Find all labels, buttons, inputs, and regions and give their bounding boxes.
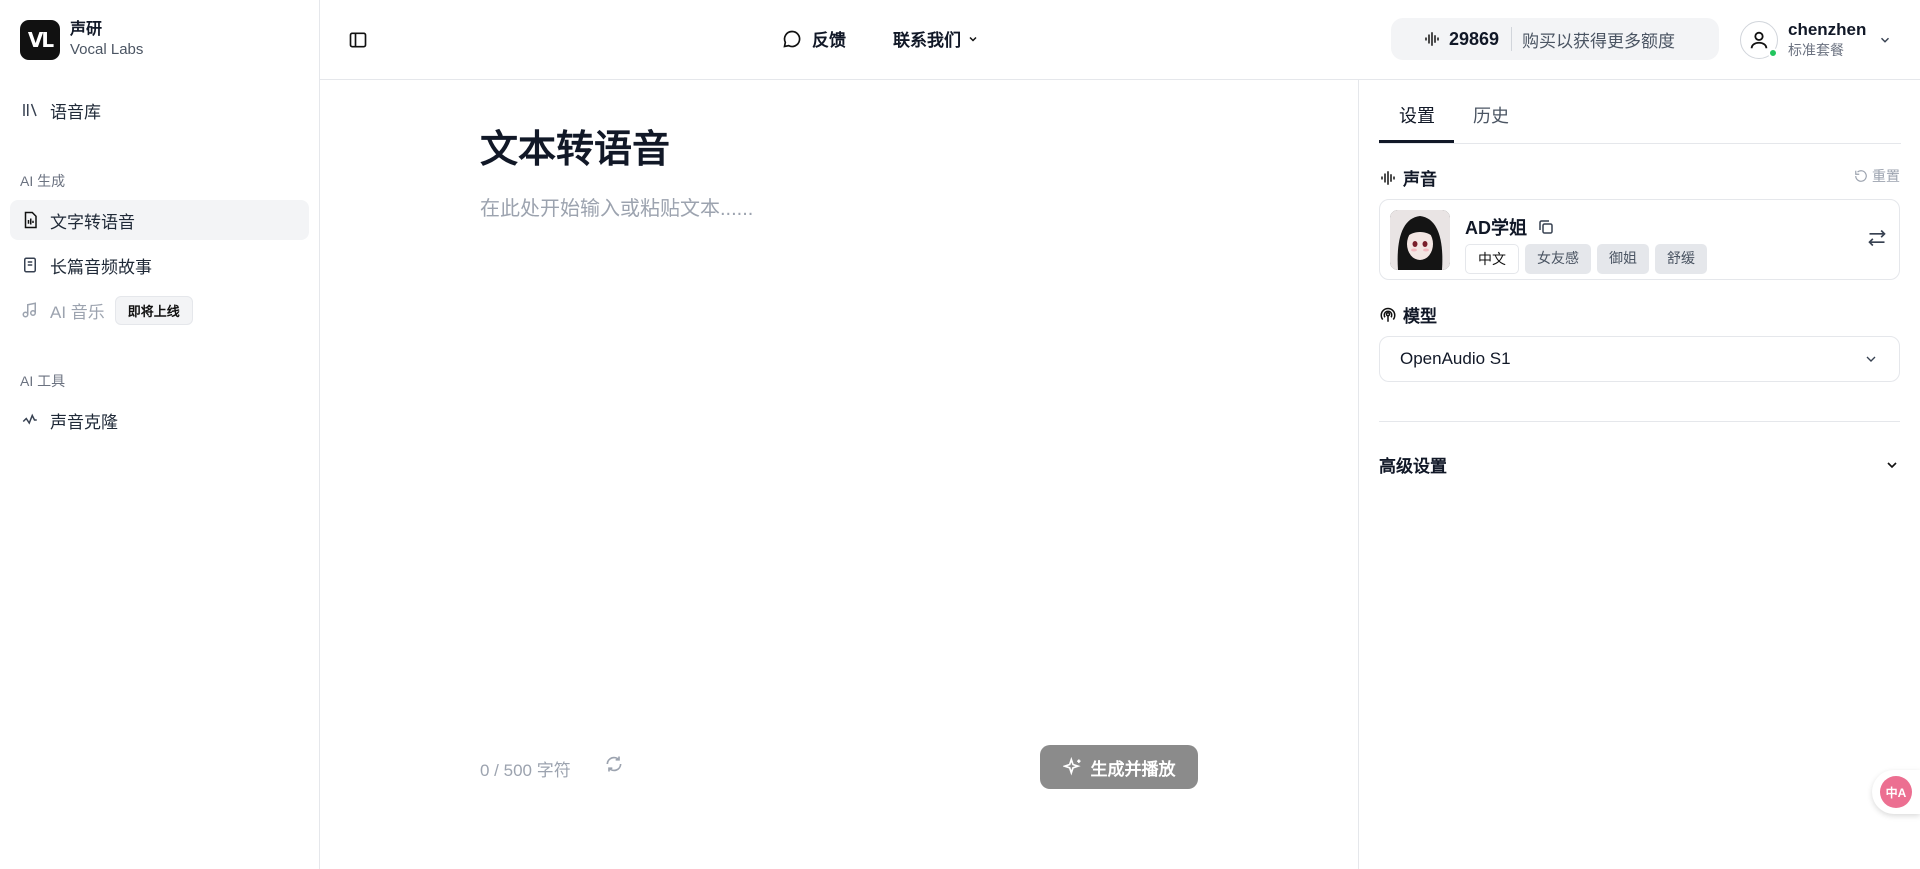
broadcast-icon xyxy=(1380,307,1396,322)
voice-name: AD学姐 xyxy=(1465,214,1555,240)
online-status-dot xyxy=(1768,48,1778,58)
chevron-down-icon xyxy=(1887,461,1897,468)
translate-icon: 中A xyxy=(1880,776,1912,808)
user-menu[interactable]: chenzhen 标准套餐 xyxy=(1740,20,1892,60)
settings-panel: 设置 历史 声音 重置 AD学姐 中文 女友感 御姐 舒缓 模型 OpenAud… xyxy=(1358,80,1920,869)
sidebar-toggle-icon xyxy=(349,32,367,48)
refresh-button[interactable] xyxy=(602,752,626,776)
app-root: VL 声研 Vocal Labs 语音库 AI 生成 文字转语音 长篇音频故事 xyxy=(0,0,1920,869)
model-select[interactable]: OpenAudio S1 xyxy=(1379,336,1900,382)
sidebar-item-label: AI 音乐 xyxy=(50,302,105,322)
voice-card[interactable]: AD学姐 中文 女友感 御姐 舒缓 xyxy=(1379,199,1900,280)
document-audio-icon xyxy=(20,210,40,230)
panel-tabs: 设置 历史 xyxy=(1379,80,1901,144)
chevron-down-icon xyxy=(1866,356,1876,362)
tab-settings[interactable]: 设置 xyxy=(1399,102,1435,128)
sidebar-item-long-story[interactable]: 长篇音频故事 xyxy=(10,245,309,285)
main-content: 文本转语音 0 / 500 字符 生成并播放 xyxy=(320,80,1358,869)
library-icon xyxy=(20,100,40,120)
user-name: chenzhen xyxy=(1788,20,1867,39)
sidebar-item-voice-clone[interactable]: 声音克隆 xyxy=(10,400,309,440)
section-label-ai-tools: AI 工具 xyxy=(20,373,66,389)
sparkles-icon xyxy=(1062,757,1081,776)
credits-divider xyxy=(1511,27,1513,51)
feedback-label: 反馈 xyxy=(812,31,846,50)
waveform-icon xyxy=(1381,170,1395,185)
brand-name: 声研 xyxy=(70,21,103,38)
avatar xyxy=(1740,21,1778,59)
user-plan: 标准套餐 xyxy=(1788,42,1844,58)
brand[interactable]: VL 声研 Vocal Labs xyxy=(20,20,143,60)
sparkle-wave-icon xyxy=(20,410,40,430)
section-divider xyxy=(1379,421,1900,422)
voice-tag: 御姐 xyxy=(1597,244,1649,274)
chevron-down-icon xyxy=(969,36,977,42)
sidebar-toggle-button[interactable] xyxy=(346,28,370,52)
voice-tag: 舒缓 xyxy=(1655,244,1707,274)
voice-avatar xyxy=(1390,210,1450,270)
sidebar: VL 声研 Vocal Labs 语音库 AI 生成 文字转语音 长篇音频故事 xyxy=(0,0,320,869)
generate-label: 生成并播放 xyxy=(1090,759,1176,779)
model-section-title: 模型 xyxy=(1379,302,1437,327)
sidebar-item-label: 声音克隆 xyxy=(50,412,118,432)
advanced-settings-toggle[interactable]: 高级设置 xyxy=(1379,452,1900,477)
chevron-down-icon xyxy=(1881,37,1890,43)
feedback-button[interactable]: 反馈 xyxy=(782,26,846,51)
tab-history[interactable]: 历史 xyxy=(1473,102,1509,128)
sidebar-item-label: 长篇音频故事 xyxy=(50,257,152,277)
credits-count: 29869 xyxy=(1449,28,1500,49)
copy-icon[interactable] xyxy=(1537,218,1555,236)
chat-bubble-icon xyxy=(783,30,801,48)
credits-bar: 29869 购买以获得更多额度 xyxy=(1391,18,1719,60)
reset-button[interactable]: 重置 xyxy=(1854,166,1900,186)
swap-voice-icon[interactable] xyxy=(1867,228,1887,253)
sidebar-item-library[interactable]: 语音库 xyxy=(10,90,309,130)
brand-logo: VL xyxy=(20,20,60,60)
voice-tags: 中文 女友感 御姐 舒缓 xyxy=(1465,244,1707,274)
contact-label: 联系我们 xyxy=(893,31,961,50)
sidebar-item-tts[interactable]: 文字转语音 xyxy=(10,200,309,240)
voice-tag: 中文 xyxy=(1465,244,1519,274)
section-label-ai-gen: AI 生成 xyxy=(20,173,66,189)
page-title: 文本转语音 xyxy=(480,129,671,171)
active-tab-indicator xyxy=(1379,140,1454,143)
sidebar-item-ai-music[interactable]: AI 音乐 即将上线 xyxy=(10,290,309,330)
text-input[interactable] xyxy=(480,192,1280,692)
music-note-icon xyxy=(20,300,40,320)
book-icon xyxy=(20,255,40,275)
generate-play-button[interactable]: 生成并播放 xyxy=(1040,745,1198,789)
translate-button[interactable]: 中A xyxy=(1872,770,1920,814)
char-count: 0 / 500 字符 xyxy=(480,761,571,780)
buy-credits-link[interactable]: 购买以获得更多额度 xyxy=(1522,27,1675,52)
model-value: OpenAudio S1 xyxy=(1400,349,1511,368)
coming-soon-badge: 即将上线 xyxy=(114,295,193,325)
voice-tag: 女友感 xyxy=(1525,244,1591,274)
refresh-icon xyxy=(606,756,622,772)
waveform-icon xyxy=(1425,32,1439,46)
voice-section-title: 声音 xyxy=(1379,165,1437,190)
brand-sub: Vocal Labs xyxy=(70,41,144,58)
sidebar-item-label: 语音库 xyxy=(50,102,101,122)
user-icon xyxy=(1750,31,1768,49)
contact-dropdown[interactable]: 联系我们 xyxy=(893,26,979,51)
top-header: 反馈 联系我们 29869 购买以获得更多额度 chenzhen 标准套餐 xyxy=(320,0,1920,80)
reset-icon xyxy=(1855,170,1867,182)
advanced-settings-label: 高级设置 xyxy=(1379,457,1447,476)
sidebar-item-label: 文字转语音 xyxy=(50,212,135,232)
